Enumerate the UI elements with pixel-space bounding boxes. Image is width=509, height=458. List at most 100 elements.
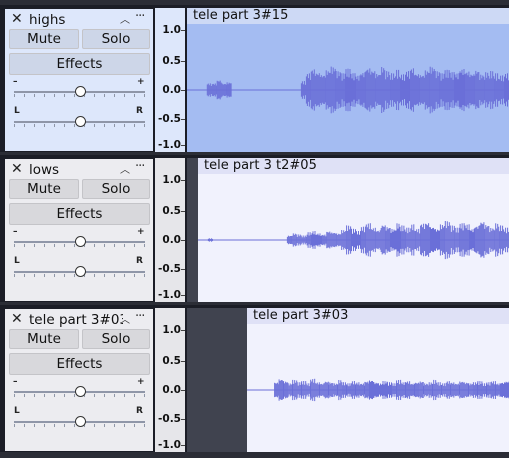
pan-slider[interactable] [14,415,145,429]
ruler-tick [181,180,185,181]
clip-title[interactable]: tele part 3 t2#05 [198,158,509,174]
solo-button[interactable]: Solo [82,329,150,349]
mute-button[interactable]: Mute [9,29,79,49]
waveform-sample [377,76,379,104]
waveform-sample [384,381,386,399]
more-dots-icon[interactable]: ··· [135,9,145,24]
track-control-panel[interactable]: ✕ lows ︿ ··· Mute Solo Effects – + L R [4,158,154,302]
audio-clip[interactable]: tele part 3#15 [187,8,509,152]
waveform-sample [215,85,217,95]
waveform-sample [415,75,417,105]
pan-slider-knob[interactable] [74,266,86,277]
waveform-sample [314,231,316,249]
mute-button[interactable]: Mute [9,179,79,199]
clip-waveform-area[interactable] [187,24,509,152]
waveform-sample [439,224,441,256]
close-icon[interactable]: ✕ [11,312,23,326]
solo-button[interactable]: Solo [82,179,150,199]
effects-button[interactable]: Effects [9,203,150,225]
track-name[interactable]: lows [29,162,123,178]
mute-button[interactable]: Mute [9,329,79,349]
waveform-sample [393,73,395,107]
waveform-sample [331,73,333,107]
gain-slider[interactable] [14,85,145,99]
waveform-sample [424,229,426,251]
clip-title[interactable]: tele part 3#03 [247,308,509,324]
close-icon[interactable]: ✕ [11,12,23,26]
waveform-sample [400,382,402,398]
waveform-sample [355,229,356,251]
waveform-sample [446,69,448,111]
track-name[interactable]: highs [29,12,123,28]
more-dots-icon[interactable]: ··· [135,309,145,324]
effects-button[interactable]: Effects [9,53,150,75]
waveform-sample [427,385,429,395]
clip-waveform-area[interactable] [247,324,509,452]
waveform-sample [346,385,348,395]
track-control-panel[interactable]: ✕ tele part 3#03 ︿ ··· Mute Solo Effects – + L R [4,308,154,452]
clip-area[interactable]: tele part 3 t2#05 [187,158,509,302]
waveform-sample [296,236,298,244]
chevron-up-icon[interactable]: ︿ [120,311,130,326]
chevron-up-icon[interactable]: ︿ [120,161,130,176]
gain-slider-knob[interactable] [74,236,86,247]
waveform-sample [411,383,413,397]
gain-slider[interactable] [14,385,145,399]
waveform-sample [425,223,427,257]
waveform-sample [408,227,410,253]
track-control-panel[interactable]: ✕ highs ︿ ··· Mute Solo Effects – + L R [4,8,154,152]
clip-area[interactable]: tele part 3#15 [187,8,509,152]
waveform-sample [448,222,450,258]
pan-slider-knob[interactable] [74,116,86,127]
clip-waveform-area[interactable] [198,174,509,302]
effects-button[interactable]: Effects [9,353,150,375]
waveform-sample [435,78,437,102]
waveform-sample [445,228,447,252]
gain-slider-knob[interactable] [74,86,86,97]
waveform-sample [220,82,222,98]
more-dots-icon[interactable]: ··· [135,159,145,174]
track-name[interactable]: tele part 3#03 [29,312,123,328]
waveform-sample [353,80,355,100]
audio-clip[interactable]: tele part 3 t2#05 [198,158,509,302]
gain-slider[interactable] [14,235,145,249]
waveform-sample [467,230,469,251]
waveform-sample [321,235,323,245]
waveform-sample [440,229,442,251]
gain-slider-knob[interactable] [74,386,86,397]
waveform-sample [227,84,229,96]
pan-slider[interactable] [14,265,145,279]
waveform-sample [449,72,451,108]
waveform-sample [400,78,401,102]
waveform-sample [320,236,322,244]
solo-button[interactable]: Solo [82,29,150,49]
waveform-sample [487,72,489,108]
amplitude-ruler: 1.0 0.5 0.0 -0.5 -1.0 [155,308,186,452]
clip-title[interactable]: tele part 3#15 [187,8,509,24]
waveform-sample [408,383,410,397]
clip-area[interactable]: tele part 3#03 [187,308,509,452]
waveform-sample [348,77,350,103]
waveform-sample [420,382,422,398]
waveform-sample [418,383,420,397]
waveform-sample [320,384,322,396]
waveform-sample [474,75,476,105]
pan-slider-knob[interactable] [74,416,86,427]
waveform-sample [333,233,335,247]
waveform-sample [224,84,226,96]
chevron-up-icon[interactable]: ︿ [120,11,130,26]
waveform-sample [276,383,278,397]
close-icon[interactable]: ✕ [11,162,23,176]
waveform-sample [316,74,318,106]
waveform-sample [490,228,492,252]
waveform-sample [471,229,473,251]
ruler-label: 0.0 [162,384,181,396]
pan-slider[interactable] [14,115,145,129]
audio-clip[interactable]: tele part 3#03 [247,308,509,452]
waveform-sample [436,71,438,109]
waveform-sample [338,380,340,401]
waveform-sample [298,236,300,244]
waveform-sample [466,383,468,397]
waveform-sample [370,74,372,106]
waveform-sample [358,80,360,100]
